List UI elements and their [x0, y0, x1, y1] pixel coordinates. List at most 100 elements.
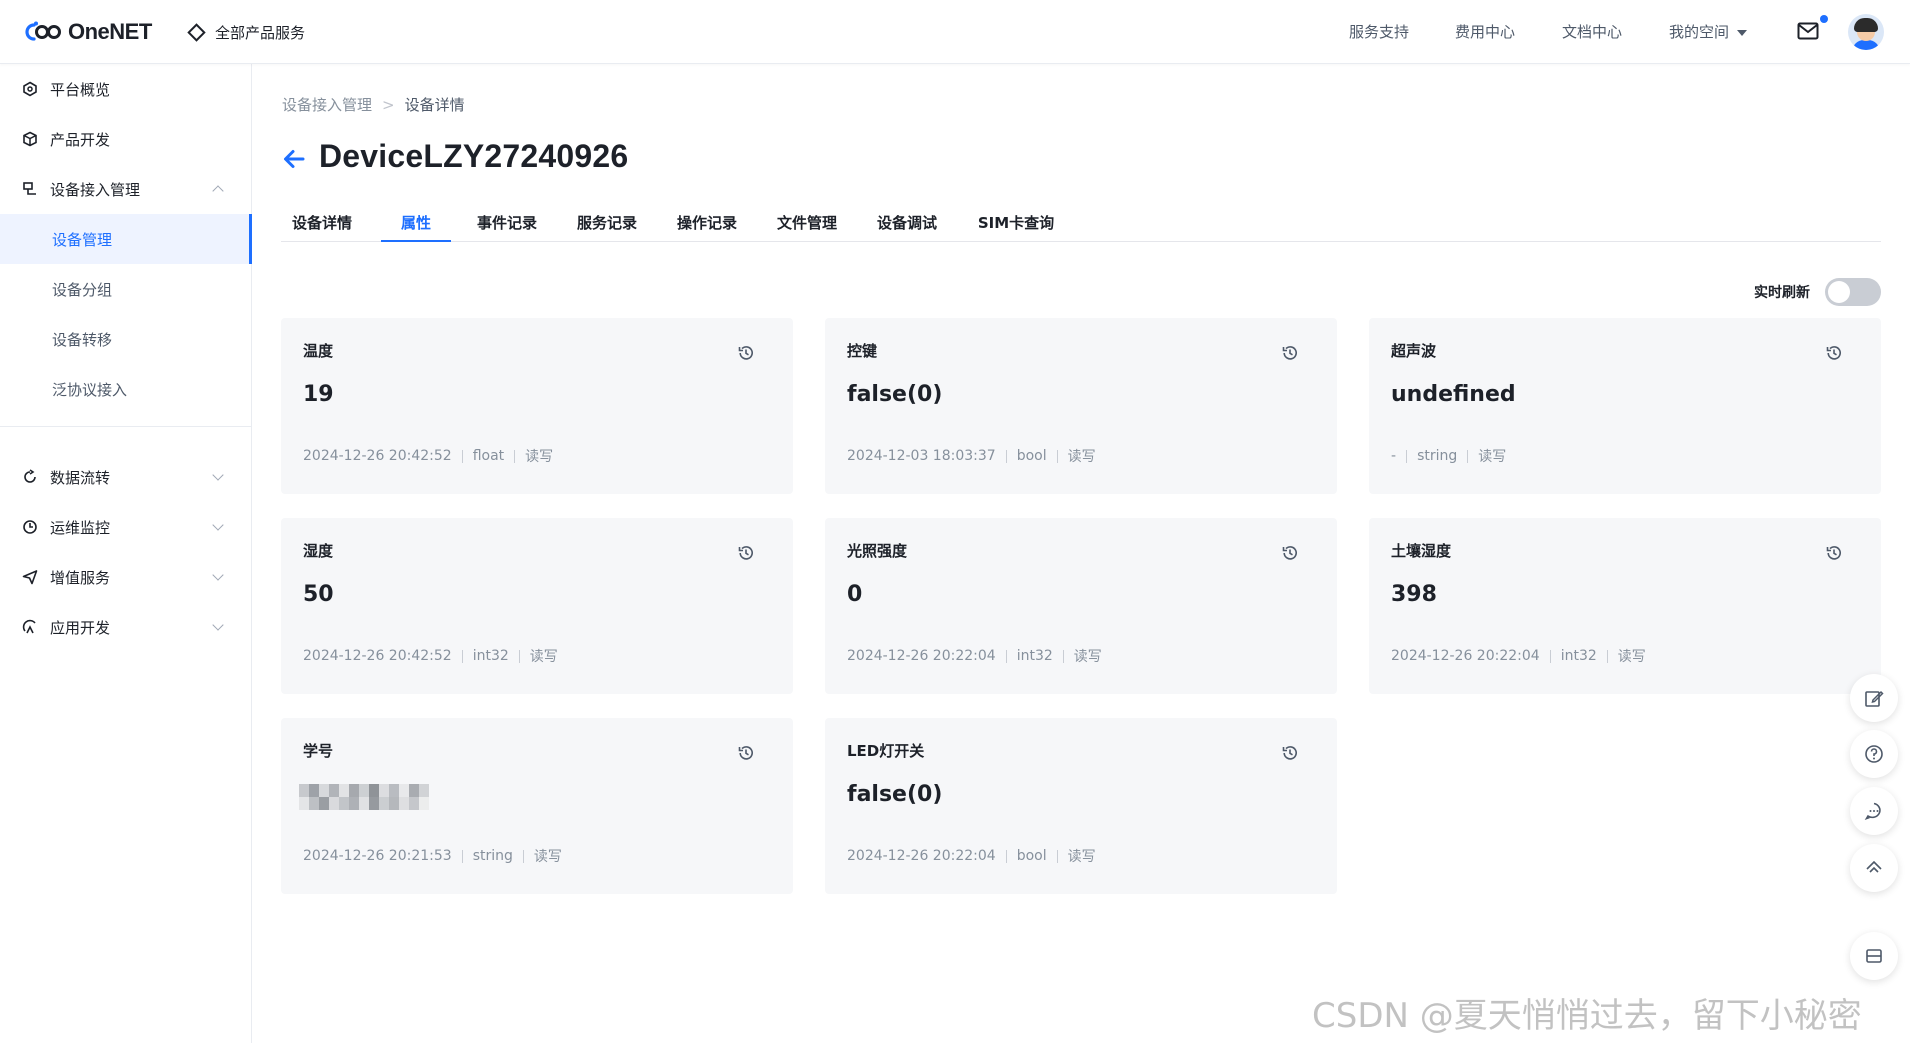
history-icon[interactable]	[1281, 344, 1299, 362]
sidebar: 平台概览 产品开发 设备接入管理 设备管理 设备分组 设备转移 泛协议接入 数据…	[0, 64, 252, 1043]
collapse-icon	[1866, 949, 1882, 963]
data-flow-icon	[24, 469, 36, 483]
breadcrumb-separator: >	[382, 96, 395, 114]
top-icon	[1866, 860, 1882, 873]
property-access: 读写	[1067, 449, 1096, 465]
history-icon[interactable]	[1825, 344, 1843, 362]
chevron-up-icon	[212, 185, 224, 197]
nav-docs-center[interactable]: 文档中心	[1562, 20, 1622, 44]
sidebar-item-label: 应用开发	[50, 618, 111, 637]
sidebar-sub-label: 设备转移	[52, 330, 113, 349]
history-icon[interactable]	[1281, 544, 1299, 562]
back-to-top-fab[interactable]	[1850, 844, 1898, 892]
property-card: 超声波 undefined - string 读写	[1369, 318, 1881, 494]
meta-divider	[1062, 649, 1064, 663]
property-value: 50	[303, 582, 334, 607]
meta-divider	[461, 849, 463, 863]
tab-file-management[interactable]: 文件管理	[767, 204, 847, 242]
user-avatar[interactable]	[1848, 14, 1884, 50]
property-access: 读写	[1617, 649, 1646, 665]
back-arrow-icon[interactable]	[281, 146, 307, 172]
brand-name: OneNET	[68, 19, 152, 44]
chevron-down-icon	[212, 519, 224, 531]
meta-divider	[518, 649, 520, 663]
device-access-icon	[23, 182, 36, 195]
history-icon[interactable]	[737, 744, 755, 762]
mail-icon[interactable]	[1797, 22, 1819, 40]
property-card: 土壤湿度 398 2024-12-26 20:22:04 int32 读写	[1369, 518, 1881, 694]
chat-fab[interactable]	[1850, 787, 1898, 835]
sidebar-item-ops-monitor[interactable]: 运维监控	[0, 502, 252, 552]
nav-my-space[interactable]: 我的空间	[1669, 20, 1748, 44]
property-value: undefined	[1391, 382, 1516, 407]
meta-divider	[1005, 649, 1007, 663]
nav-billing-center[interactable]: 费用中心	[1455, 20, 1515, 44]
tab-service-records[interactable]: 服务记录	[567, 204, 647, 242]
sidebar-item-device-access[interactable]: 设备接入管理	[0, 164, 252, 214]
property-name: 温度	[303, 342, 334, 360]
sidebar-item-overview[interactable]: 平台概览	[0, 64, 252, 114]
sidebar-sub-device-management[interactable]: 设备管理	[0, 214, 252, 264]
device-title: DeviceLZY27240926	[319, 138, 629, 174]
sidebar-item-app-dev[interactable]: 应用开发	[0, 602, 252, 652]
sidebar-item-data-flow[interactable]: 数据流转	[0, 452, 252, 502]
meta-divider	[461, 649, 463, 663]
property-card: 控键 false(0) 2024-12-03 18:03:37 bool 读写	[825, 318, 1337, 494]
property-time: -	[1391, 448, 1397, 464]
sidebar-sub-generic-protocol[interactable]: 泛协议接入	[0, 364, 252, 414]
realtime-refresh-toggle[interactable]	[1825, 278, 1881, 306]
tab-device-debug[interactable]: 设备调试	[867, 204, 947, 242]
page: { "header": { "brand": "OneNET", "all_pr…	[0, 0, 1910, 1043]
property-meta: 2024-12-26 20:42:52 float 读写	[303, 446, 553, 466]
collapse-fab[interactable]	[1850, 932, 1898, 980]
breadcrumb: 设备接入管理 > 设备详情	[282, 94, 465, 115]
breadcrumb-link[interactable]: 设备接入管理	[282, 96, 372, 114]
property-type: bool	[1016, 448, 1047, 464]
help-fab[interactable]	[1850, 730, 1898, 778]
tab-properties[interactable]: 属性	[381, 204, 451, 242]
property-meta: 2024-12-26 20:21:53 string 读写	[303, 846, 562, 866]
onenet-logo-icon	[25, 21, 61, 41]
history-icon[interactable]	[1281, 744, 1299, 762]
property-type: int32	[472, 648, 509, 664]
meta-divider	[1549, 649, 1551, 663]
nav-service-support[interactable]: 服务支持	[1349, 20, 1409, 44]
property-name: 光照强度	[847, 542, 908, 560]
property-type: bool	[1016, 848, 1047, 864]
history-icon[interactable]	[737, 344, 755, 362]
property-meta: 2024-12-03 18:03:37 bool 读写	[847, 446, 1096, 466]
sidebar-item-product-dev[interactable]: 产品开发	[0, 114, 252, 164]
property-access: 读写	[529, 649, 558, 665]
property-time: 2024-12-26 20:21:53	[303, 848, 452, 864]
tab-device-details[interactable]: 设备详情	[281, 204, 363, 242]
sidebar-sub-label: 设备管理	[52, 230, 113, 249]
sidebar-item-value-added[interactable]: 增值服务	[0, 552, 252, 602]
onenet-logo[interactable]: OneNET	[24, 18, 152, 46]
meta-divider	[522, 849, 524, 863]
tab-event-records[interactable]: 事件记录	[467, 204, 547, 242]
property-meta: 2024-12-26 20:22:04 bool 读写	[847, 846, 1096, 866]
all-products-menu[interactable]: 全部产品服务	[187, 20, 306, 44]
tab-operation-records[interactable]: 操作记录	[667, 204, 747, 242]
diamond-icon	[187, 22, 206, 42]
property-time: 2024-12-26 20:42:52	[303, 448, 452, 464]
meta-divider	[1606, 649, 1608, 663]
property-time: 2024-12-26 20:22:04	[847, 848, 996, 864]
notification-dot	[1820, 15, 1828, 23]
meta-divider	[1005, 849, 1007, 863]
history-icon[interactable]	[1825, 544, 1843, 562]
property-meta: 2024-12-26 20:22:04 int32 读写	[1391, 646, 1646, 666]
property-time: 2024-12-26 20:42:52	[303, 648, 452, 664]
property-name: 超声波	[1391, 342, 1437, 360]
sidebar-sub-device-transfer[interactable]: 设备转移	[0, 314, 252, 364]
property-access: 读写	[1067, 849, 1096, 865]
tab-sim-query[interactable]: SIM卡查询	[969, 204, 1063, 242]
all-products-label: 全部产品服务	[215, 23, 306, 42]
property-name: 土壤湿度	[1391, 542, 1452, 560]
sidebar-sub-label: 设备分组	[52, 280, 113, 299]
history-icon[interactable]	[737, 544, 755, 562]
property-type: int32	[1560, 648, 1597, 664]
edit-fab[interactable]	[1850, 674, 1898, 722]
property-time: 2024-12-03 18:03:37	[847, 448, 996, 464]
sidebar-sub-device-group[interactable]: 设备分组	[0, 264, 252, 314]
